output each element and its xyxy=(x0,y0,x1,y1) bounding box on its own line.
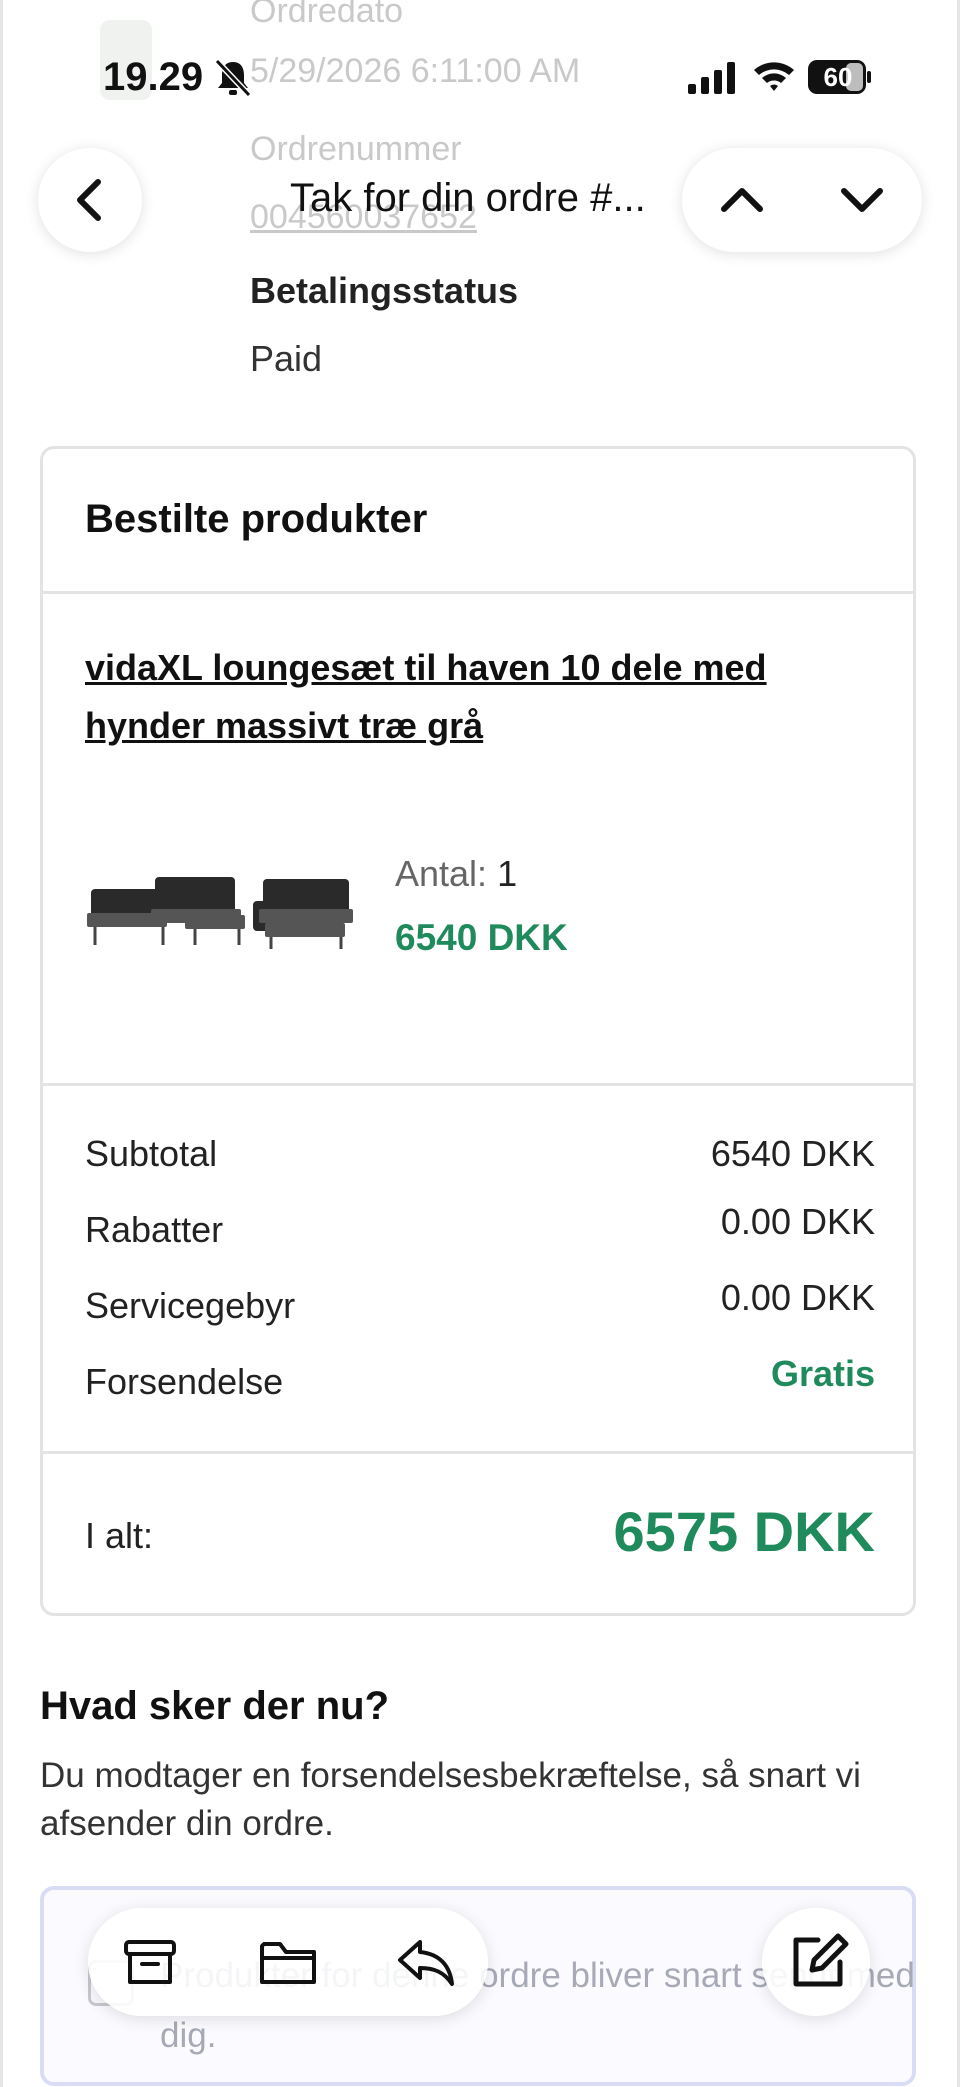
mail-toolbar xyxy=(88,1908,488,2016)
chevron-left-icon xyxy=(77,179,101,221)
message-subject-title: Tak for din ordre #... xyxy=(290,176,646,220)
product-image xyxy=(87,877,353,949)
product-price: 6540 DKK xyxy=(395,917,568,958)
quantity: Antal: 1 xyxy=(395,853,517,895)
summary-value-subtotal: 6540 DKK xyxy=(710,1133,875,1174)
reply-icon xyxy=(398,1940,454,1986)
summary-value-shipping: Gratis xyxy=(770,1353,875,1394)
product-name-link[interactable]: vidaXL loungesæt til haven 10 dele med h… xyxy=(85,639,865,755)
folder-icon xyxy=(260,1942,316,1984)
next-steps-text: Du modtager en forsendelsesbekræftelse, … xyxy=(40,1756,861,1843)
status-bar: 19.29 60 xyxy=(0,0,960,150)
ordered-products-card: Bestilte produkter vidaXL loungesæt til … xyxy=(40,446,916,1616)
summary-value-service-fee: 0.00 DKK xyxy=(720,1277,875,1318)
message-navigation xyxy=(682,148,922,252)
next-message-button[interactable] xyxy=(802,148,922,252)
summary-label-service-fee: Servicegebyr xyxy=(85,1285,296,1326)
divider xyxy=(43,591,913,594)
summary-label-discounts: Rabatter xyxy=(85,1209,224,1250)
archive-button[interactable] xyxy=(118,1930,182,1994)
compose-icon xyxy=(793,1933,849,1987)
divider xyxy=(43,1451,913,1454)
quantity-value: 1 xyxy=(497,853,518,894)
page-edge-left xyxy=(0,0,3,2087)
chevron-down-icon xyxy=(841,188,883,212)
archive-icon xyxy=(124,1940,176,1984)
previous-message-button[interactable] xyxy=(682,148,802,252)
reply-button[interactable] xyxy=(394,1930,458,1994)
back-button[interactable] xyxy=(38,148,142,252)
summary-label-shipping: Forsendelse xyxy=(85,1361,284,1402)
summary-label-subtotal: Subtotal xyxy=(85,1133,218,1174)
bell-muted-icon xyxy=(214,58,252,98)
cellular-signal-icon xyxy=(688,62,735,94)
quantity-label: Antal: xyxy=(395,853,488,894)
summary-value-discounts: 0.00 DKK xyxy=(720,1201,875,1242)
chevron-up-icon xyxy=(721,188,763,212)
payment-status-label: Betalingsstatus xyxy=(250,270,519,311)
move-to-folder-button[interactable] xyxy=(256,1930,320,1994)
total-value: 6575 DKK xyxy=(613,1500,875,1563)
divider xyxy=(43,1083,913,1086)
total-label: I alt: xyxy=(85,1515,154,1556)
payment-status-value: Paid xyxy=(250,338,323,379)
card-title: Bestilte produkter xyxy=(85,497,428,541)
compose-button[interactable] xyxy=(762,1908,870,2016)
battery-level: 60 xyxy=(823,62,853,92)
next-steps-heading: Hvad sker der nu? xyxy=(40,1684,390,1728)
status-time: 19.29 xyxy=(103,55,204,99)
wifi-icon xyxy=(754,62,794,91)
